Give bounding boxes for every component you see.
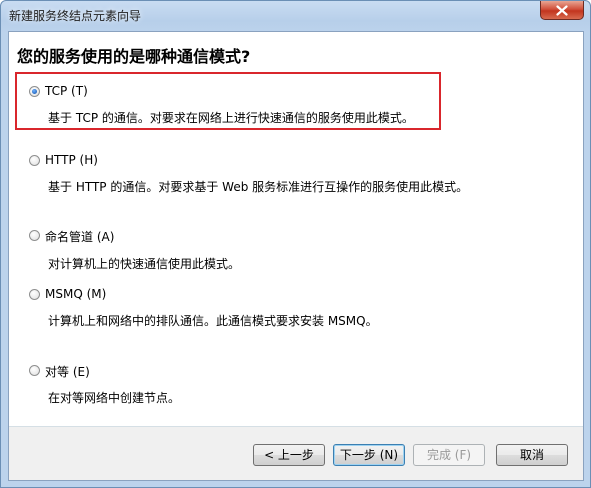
highlight-box [15, 72, 441, 130]
option-description-msmq: 计算机上和网络中的排队通信。此通信模式要求安装 MSMQ。 [48, 314, 378, 328]
radio-button-http[interactable] [29, 155, 40, 166]
wizard-window: 新建服务终结点元素向导 您的服务使用的是哪种通信模式? TCP (T) 基于 T… [0, 0, 591, 488]
back-button[interactable]: < 上一步 [253, 444, 325, 466]
radio-button-named-pipe[interactable] [29, 230, 40, 241]
title-bar[interactable]: 新建服务终结点元素向导 [1, 1, 590, 31]
close-icon [556, 5, 568, 16]
wizard-content: 您的服务使用的是哪种通信模式? TCP (T) 基于 TCP 的通信。对要求在网… [8, 31, 584, 481]
next-button[interactable]: 下一步 (N) [333, 444, 405, 466]
option-description-named-pipe: 对计算机上的快速通信使用此模式。 [48, 257, 241, 271]
option-description-http: 基于 HTTP 的通信。对要求基于 Web 服务标准进行互操作的服务使用此模式。 [48, 180, 469, 194]
option-label-msmq: MSMQ (M) [45, 287, 107, 301]
button-bar: < 上一步 下一步 (N) 完成 (F) 取消 [9, 427, 583, 480]
header-band [9, 32, 583, 40]
window-title: 新建服务终结点元素向导 [9, 9, 142, 23]
finish-button[interactable]: 完成 (F) [413, 444, 485, 466]
option-label-http: HTTP (H) [45, 153, 98, 167]
option-label-named-pipe: 命名管道 (A) [45, 230, 115, 244]
option-label-peer: 对等 (E) [45, 365, 90, 379]
close-button[interactable] [540, 1, 584, 20]
cancel-button[interactable]: 取消 [496, 444, 568, 466]
radio-button-msmq[interactable] [29, 289, 40, 300]
option-description-peer: 在对等网络中创建节点。 [48, 391, 181, 405]
radio-button-peer[interactable] [29, 365, 40, 376]
page-title: 您的服务使用的是哪种通信模式? [17, 47, 251, 66]
